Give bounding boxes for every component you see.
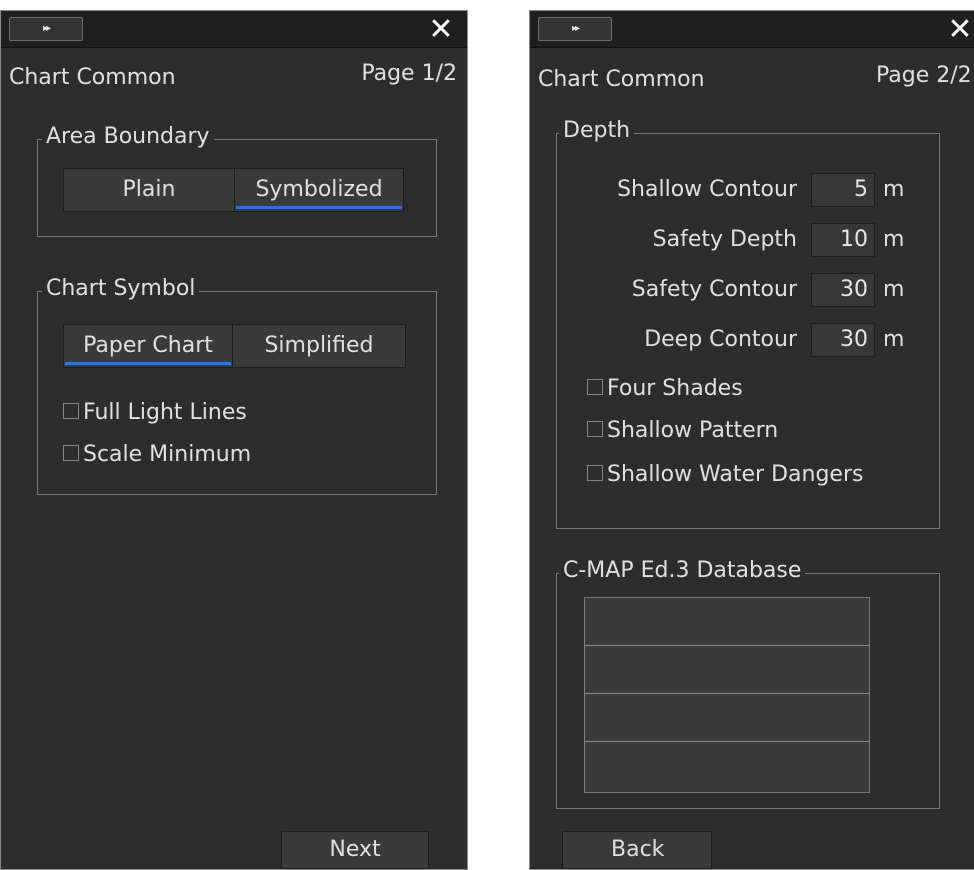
expand-button[interactable]: ▸▸ bbox=[9, 17, 83, 41]
page-indicator: Page 1/2 bbox=[361, 61, 457, 86]
close-button[interactable]: ✕ bbox=[425, 15, 457, 45]
shallow-water-dangers-checkbox[interactable]: Shallow Water Dangers bbox=[587, 460, 863, 490]
page-indicator: Page 2/2 bbox=[876, 63, 972, 88]
checkbox-icon bbox=[587, 465, 603, 481]
list-item[interactable] bbox=[585, 742, 869, 790]
shallow-contour-unit: m bbox=[883, 177, 905, 202]
scale-minimum-label: Scale Minimum bbox=[83, 442, 252, 467]
scale-minimum-checkbox[interactable]: Scale Minimum bbox=[63, 440, 251, 470]
chart-common-panel-page1: ▸▸ ✕ Chart Common Page 1/2 Area Boundary… bbox=[0, 10, 468, 870]
back-button[interactable]: Back bbox=[562, 831, 712, 869]
deep-contour-label: Deep Contour bbox=[644, 327, 797, 352]
double-chevron-right-icon: ▸▸ bbox=[571, 23, 580, 34]
shallow-contour-input[interactable]: 5 bbox=[811, 173, 875, 207]
shallow-water-dangers-label: Shallow Water Dangers bbox=[607, 462, 864, 487]
safety-contour-input[interactable]: 30 bbox=[811, 273, 875, 307]
expand-button[interactable]: ▸▸ bbox=[538, 17, 612, 41]
checkbox-icon bbox=[63, 445, 79, 461]
close-button[interactable]: ✕ bbox=[944, 15, 974, 45]
chart-symbol-legend: Chart Symbol bbox=[42, 276, 200, 301]
area-boundary-legend: Area Boundary bbox=[42, 124, 214, 149]
safety-depth-input[interactable]: 10 bbox=[811, 223, 875, 257]
shallow-pattern-checkbox[interactable]: Shallow Pattern bbox=[587, 416, 778, 446]
close-icon: ✕ bbox=[947, 12, 973, 47]
checkbox-icon bbox=[587, 379, 603, 395]
deep-contour-unit: m bbox=[883, 327, 905, 352]
list-item[interactable] bbox=[585, 598, 869, 646]
depth-legend: Depth bbox=[559, 118, 635, 143]
area-boundary-group: Area Boundary Plain Symbolized bbox=[37, 124, 437, 237]
four-shades-label: Four Shades bbox=[607, 376, 743, 401]
title-bar: ▸▸ ✕ bbox=[1, 11, 467, 48]
double-chevron-right-icon: ▸▸ bbox=[42, 23, 51, 34]
symbolized-button[interactable]: Symbolized bbox=[234, 168, 404, 212]
checkbox-icon bbox=[587, 421, 603, 437]
panel-title: Chart Common bbox=[9, 65, 176, 90]
panel-title: Chart Common bbox=[538, 67, 705, 92]
title-bar: ▸▸ ✕ bbox=[530, 11, 974, 48]
safety-depth-unit: m bbox=[883, 227, 905, 252]
plain-button[interactable]: Plain bbox=[63, 168, 235, 212]
depth-group: Depth Shallow Contour 5 m Safety Depth 1… bbox=[556, 118, 940, 529]
database-list bbox=[584, 597, 870, 793]
safety-contour-unit: m bbox=[883, 277, 905, 302]
chart-symbol-group: Chart Symbol Paper Chart Simplified Full… bbox=[37, 276, 437, 495]
shallow-contour-label: Shallow Contour bbox=[617, 177, 797, 202]
full-light-lines-checkbox[interactable]: Full Light Lines bbox=[63, 398, 247, 428]
four-shades-checkbox[interactable]: Four Shades bbox=[587, 374, 743, 404]
safety-depth-label: Safety Depth bbox=[652, 227, 797, 252]
paper-chart-button[interactable]: Paper Chart bbox=[63, 324, 233, 368]
chart-common-panel-page2: ▸▸ ✕ Chart Common Page 2/2 Depth Shallow… bbox=[529, 10, 974, 870]
close-icon: ✕ bbox=[428, 12, 454, 47]
list-item[interactable] bbox=[585, 694, 869, 742]
next-button[interactable]: Next bbox=[281, 831, 429, 869]
safety-contour-label: Safety Contour bbox=[631, 277, 797, 302]
shallow-pattern-label: Shallow Pattern bbox=[607, 418, 779, 443]
list-item[interactable] bbox=[585, 646, 869, 694]
simplified-button[interactable]: Simplified bbox=[232, 324, 406, 368]
cmap-database-legend: C-MAP Ed.3 Database bbox=[559, 558, 806, 583]
full-light-lines-label: Full Light Lines bbox=[83, 400, 247, 425]
checkbox-icon bbox=[63, 403, 79, 419]
deep-contour-input[interactable]: 30 bbox=[811, 323, 875, 357]
